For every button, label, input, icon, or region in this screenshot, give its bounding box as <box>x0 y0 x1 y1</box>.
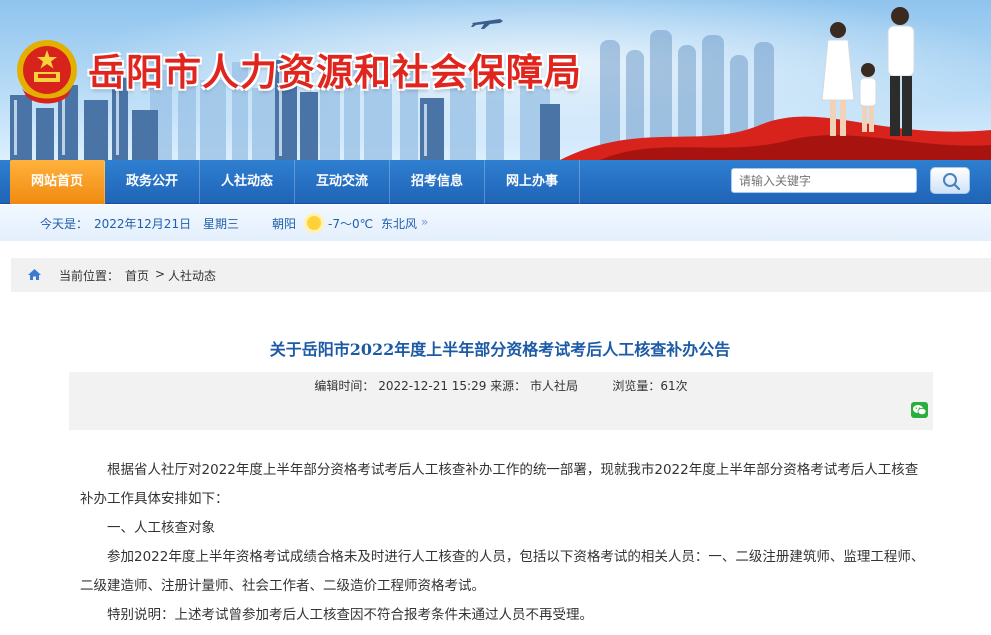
breadcrumb-separator: > <box>155 267 166 281</box>
nav-item-1[interactable]: 政务公开 <box>105 160 200 204</box>
breadcrumb-home-link[interactable]: 首页 <box>125 267 149 284</box>
current-weekday: 星期三 <box>203 217 240 231</box>
nav-item-4[interactable]: 招考信息 <box>390 160 485 204</box>
nav-item-2[interactable]: 人社动态 <box>200 160 295 204</box>
search-input[interactable] <box>731 168 917 193</box>
article-paragraph: 根据省人社厅对2022年度上半年部分资格考试考后人工核查补办工作的统一部署，现就… <box>80 462 919 507</box>
home-icon <box>28 269 41 280</box>
article-meta-box: 编辑时间： 2022-12-21 15:29 来源： 市人社局 浏览量：61次 <box>69 372 933 430</box>
today-label: 今天是： <box>40 217 89 231</box>
breadcrumb-section-link[interactable]: 人社动态 <box>168 267 216 284</box>
weather-wind: 东北风 <box>381 217 418 231</box>
site-title: 岳阳市人力资源和社会保障局 <box>88 50 582 94</box>
article-paragraph: 一、人工核查对象 <box>107 520 215 536</box>
breadcrumb: 当前位置： 首页 > 人社动态 <box>11 258 991 292</box>
article-meta: 编辑时间： 2022-12-21 15:29 来源： 市人社局 浏览量：61次 <box>314 379 688 393</box>
search-button[interactable] <box>930 167 970 194</box>
nav-item-5[interactable]: 网上办事 <box>485 160 580 204</box>
sunny-weather-icon <box>304 213 324 233</box>
weather-city: 朝阳 <box>272 217 297 231</box>
chevron-right-double-icon[interactable]: » <box>421 215 428 229</box>
weather-temperature: -7～0℃ <box>328 217 374 231</box>
national-emblem-logo <box>17 40 77 104</box>
article-body: 根据省人社厅对2022年度上半年部分资格考试考后人工核查补办工作的统一部署，现就… <box>80 456 926 630</box>
article-paragraph: 特别说明：上述考试曾参加考后人工核查因不符合报考条件未通过人员不再受理。 <box>107 607 593 623</box>
family-photo-illustration <box>821 7 915 136</box>
article-title: 关于岳阳市2022年度上半年部分资格考试考后人工核查补办公告 <box>269 340 731 359</box>
airplane-icon <box>471 19 503 29</box>
date-weather-bar: 今天是： 2022年12月21日 星期三 朝阳 -7～0℃ 东北风 » <box>0 205 991 241</box>
header-banner: 岳阳市人力资源和社会保障局 <box>0 0 991 160</box>
nav-item-3[interactable]: 互动交流 <box>295 160 390 204</box>
search-icon <box>943 173 961 191</box>
current-date: 2022年12月21日 <box>94 217 192 231</box>
breadcrumb-label: 当前位置： <box>59 269 120 283</box>
wechat-share-icon[interactable] <box>911 402 928 418</box>
nav-item-0[interactable]: 网站首页 <box>10 160 105 204</box>
article-paragraph: 参加2022年度上半年资格考试成绩合格未及时进行人工核查的人员，包括以下资格考试… <box>80 549 925 594</box>
nav-items: 网站首页 政务公开 人社动态 互动交流 招考信息 网上办事 <box>10 160 580 204</box>
